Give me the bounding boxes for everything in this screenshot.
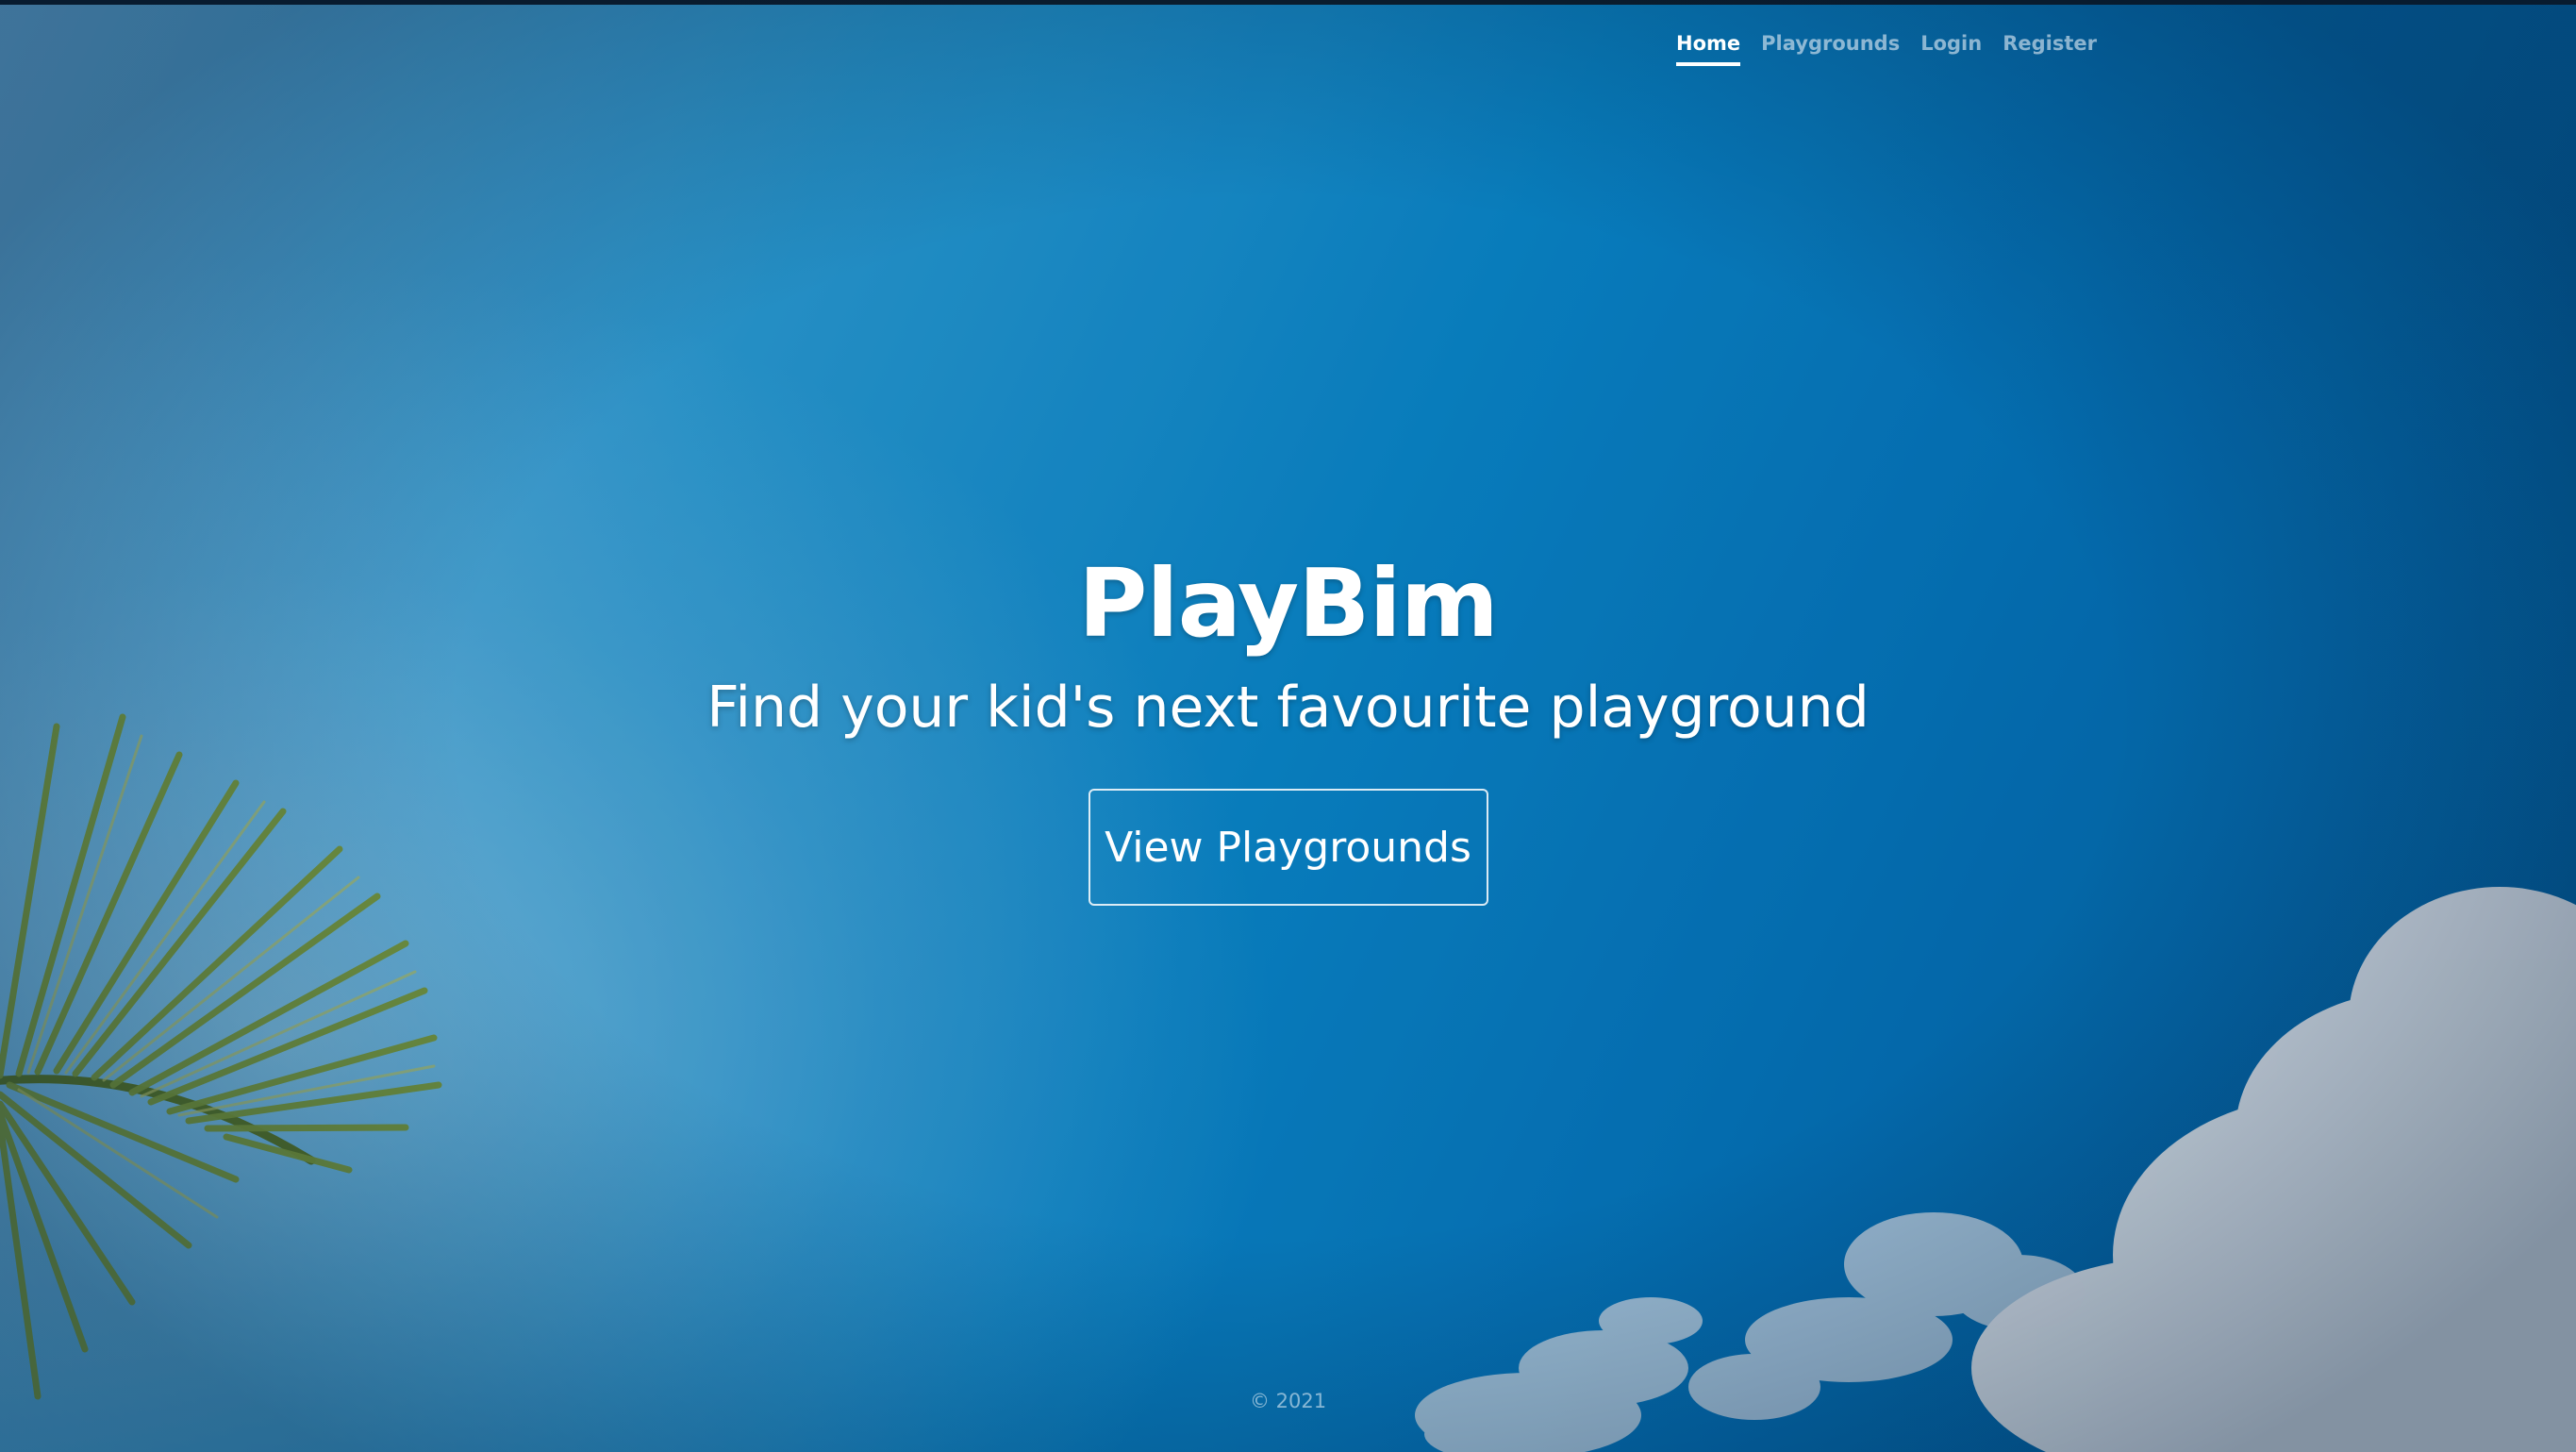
view-playgrounds-button[interactable]: View Playgrounds (1088, 789, 1488, 906)
nav-register-link[interactable]: Register (2003, 32, 2097, 62)
nav-playgrounds-link[interactable]: Playgrounds (1761, 32, 1900, 62)
hero-background: Home Playgrounds Login Register PlayBim … (0, 0, 2576, 1452)
hero-section: PlayBim Find your kid's next favourite p… (0, 538, 2576, 906)
nav-login-link[interactable]: Login (1920, 32, 1982, 62)
hero-subtitle: Find your kid's next favourite playgroun… (706, 675, 1870, 741)
main-nav: Home Playgrounds Login Register (1676, 32, 2097, 66)
hero-title: PlayBim (1078, 548, 1499, 659)
nav-home-link[interactable]: Home (1676, 32, 1741, 66)
footer-copyright: © 2021 (1249, 1390, 1327, 1412)
